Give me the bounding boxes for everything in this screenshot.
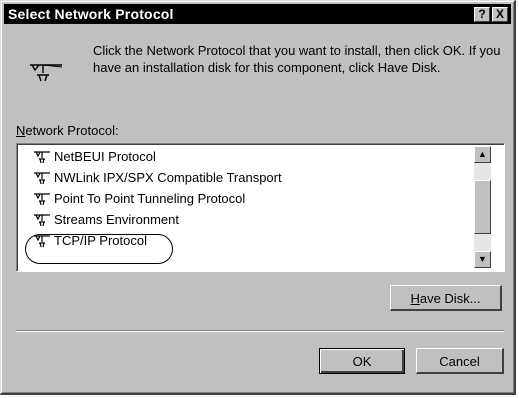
have-disk-button[interactable]: Have Disk...	[390, 285, 502, 311]
separator-line	[16, 330, 504, 332]
list-item-label: NWLink IPX/SPX Compatible Transport	[54, 170, 282, 185]
network-protocol-icon	[34, 193, 50, 206]
network-protocol-label: Network Protocol:	[16, 123, 119, 138]
network-protocol-icon	[30, 64, 63, 82]
have-disk-button-rest: ave Disk...	[419, 291, 481, 306]
instructions-text: Click the Network Protocol that you want…	[93, 43, 501, 75]
ok-button[interactable]: OK	[319, 348, 405, 374]
network-protocol-icon	[34, 214, 50, 227]
title-bar[interactable]: Select Network Protocol ? X	[4, 4, 511, 24]
list-item-label: Streams Environment	[54, 212, 179, 227]
list-item-label: Point To Point Tunneling Protocol	[54, 191, 246, 206]
list-scrollbar[interactable]: ▲ ▼	[474, 146, 491, 268]
scroll-down-button[interactable]: ▼	[474, 251, 491, 268]
select-network-protocol-dialog: Select Network Protocol ? X Click the Ne…	[0, 0, 516, 395]
network-protocol-label-rest: etwork Protocol:	[25, 123, 119, 138]
network-protocol-icon	[34, 172, 50, 185]
scroll-up-button[interactable]: ▲	[474, 146, 491, 163]
cancel-button[interactable]: Cancel	[416, 348, 504, 374]
scroll-thumb[interactable]	[474, 180, 491, 234]
network-protocol-icon	[34, 151, 50, 164]
network-protocol-list[interactable]: NetBEUI Protocol NWLink IPX/SPX Compatib…	[16, 143, 505, 272]
help-button[interactable]: ?	[474, 7, 490, 22]
close-button[interactable]: X	[492, 7, 508, 22]
tcpip-highlight-oval	[25, 234, 173, 264]
window-title: Select Network Protocol	[8, 6, 174, 22]
list-item-label: NetBEUI Protocol	[54, 149, 156, 164]
